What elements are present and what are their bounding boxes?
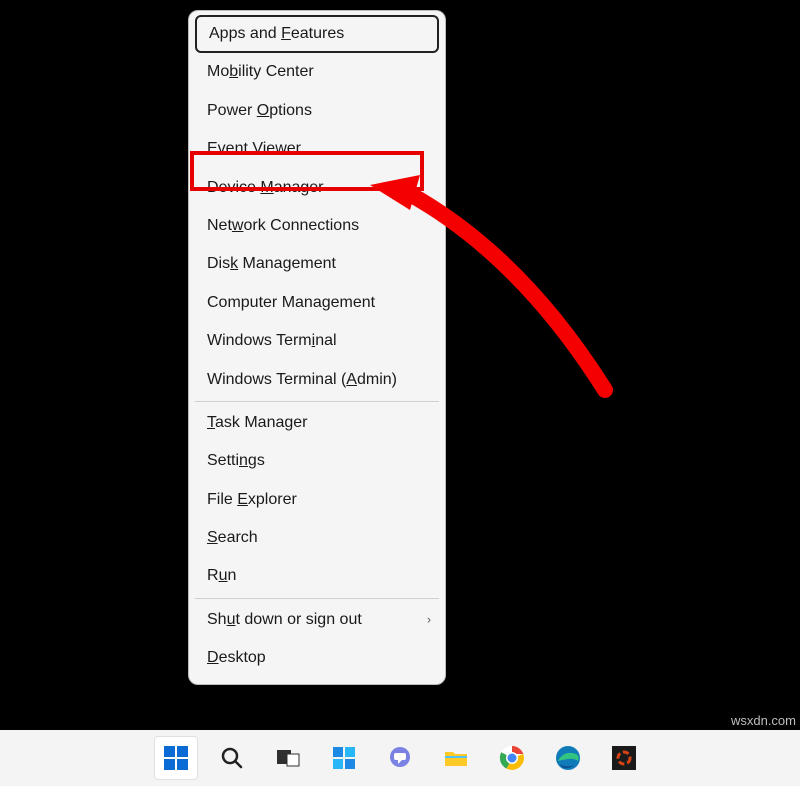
menu-label-mnemonic: w — [232, 217, 244, 234]
folder-icon — [442, 744, 470, 772]
menu-label-mnemonic: A — [346, 371, 357, 388]
chat-icon — [386, 744, 414, 772]
watermark: wsxdn.com — [731, 713, 796, 728]
menu-power-options[interactable]: Power Options — [189, 92, 445, 130]
chrome-button[interactable] — [490, 736, 534, 780]
windows-logo-icon — [162, 744, 190, 772]
menu-label-pre: File — [207, 491, 237, 508]
menu-label-mnemonic: E — [237, 491, 248, 508]
edge-button[interactable] — [546, 736, 590, 780]
menu-label-pre: Computer Mana — [207, 294, 322, 311]
menu-label-pre: Sh — [207, 611, 227, 628]
menu-label-pre: Device — [207, 179, 260, 196]
chrome-icon — [498, 744, 526, 772]
menu-label-pre: Windows Term — [207, 332, 312, 349]
menu-computer-management[interactable]: Computer Management — [189, 284, 445, 322]
menu-label-mnemonic: V — [252, 140, 262, 157]
edge-icon — [554, 744, 582, 772]
menu-desktop[interactable]: Desktop — [189, 639, 445, 677]
task-view-button[interactable] — [266, 736, 310, 780]
menu-disk-management[interactable]: Disk Management — [189, 245, 445, 283]
menu-label-post: anager — [274, 179, 324, 196]
menu-label-pre: Mo — [207, 63, 229, 80]
menu-label-pre: Dis — [207, 255, 230, 272]
menu-label-post: eatures — [291, 25, 344, 42]
menu-network-connections[interactable]: Network Connections — [189, 207, 445, 245]
menu-label-post: ement — [331, 294, 375, 311]
chat-button[interactable] — [378, 736, 422, 780]
menu-search[interactable]: Search — [189, 519, 445, 557]
menu-label-post: xplorer — [248, 491, 297, 508]
chevron-right-icon: › — [427, 612, 431, 629]
menu-label-pre: Setti — [207, 452, 239, 469]
search-button[interactable] — [210, 736, 254, 780]
menu-label-mnemonic: D — [207, 649, 219, 666]
start-button[interactable] — [154, 736, 198, 780]
menu-label-mnemonic: g — [322, 294, 331, 311]
menu-run[interactable]: Run — [189, 557, 445, 595]
menu-windows-terminal[interactable]: Windows Terminal — [189, 322, 445, 360]
menu-shutdown-signout[interactable]: Shut down or sign out› — [189, 601, 445, 639]
menu-label-post: n — [227, 567, 236, 584]
menu-label-mnemonic: b — [229, 63, 238, 80]
app-icon — [610, 744, 638, 772]
menu-label-post: ork Connections — [243, 217, 359, 234]
menu-label-mnemonic: M — [260, 179, 273, 196]
menu-label-post: earch — [218, 529, 258, 546]
menu-label-post: dmin) — [357, 371, 397, 388]
menu-label-post: Management — [238, 255, 336, 272]
menu-event-viewer[interactable]: Event Viewer — [189, 130, 445, 168]
menu-label-mnemonic: k — [230, 255, 238, 272]
menu-label-post: ptions — [269, 102, 312, 119]
menu-apps-features[interactable]: Apps and Features — [195, 15, 439, 53]
menu-divider — [195, 401, 439, 402]
menu-label-mnemonic: O — [257, 102, 269, 119]
menu-label-post: t down or sign out — [235, 611, 361, 628]
menu-task-manager[interactable]: Task Manager — [189, 404, 445, 442]
menu-label-pre: R — [207, 567, 219, 584]
file-explorer-button[interactable] — [434, 736, 478, 780]
app-button[interactable] — [602, 736, 646, 780]
menu-label-post: gs — [248, 452, 265, 469]
menu-divider — [195, 598, 439, 599]
task-view-icon — [274, 744, 302, 772]
menu-label-mnemonic: F — [281, 25, 291, 42]
menu-label-pre: Net — [207, 217, 232, 234]
widgets-button[interactable] — [322, 736, 366, 780]
menu-device-manager[interactable]: Device Manager — [189, 169, 445, 207]
menu-mobility-center[interactable]: Mobility Center — [189, 53, 445, 91]
taskbar — [0, 730, 800, 786]
menu-label-post: iewer — [263, 140, 301, 157]
menu-label-post: ask Manager — [215, 414, 308, 431]
menu-label-post: nal — [315, 332, 336, 349]
menu-label-post: ility Center — [238, 63, 314, 80]
menu-label-mnemonic: n — [239, 452, 248, 469]
menu-windows-terminal-admin[interactable]: Windows Terminal (Admin) — [189, 361, 445, 399]
menu-label-post: esktop — [219, 649, 266, 666]
menu-label-mnemonic: S — [207, 529, 218, 546]
menu-file-explorer[interactable]: File Explorer — [189, 481, 445, 519]
menu-label-pre: Event — [207, 140, 252, 157]
menu-label-mnemonic: T — [207, 414, 215, 431]
menu-label-pre: Windows Terminal ( — [207, 371, 346, 388]
menu-label-pre: Apps and — [209, 25, 281, 42]
search-icon — [219, 745, 245, 771]
menu-settings[interactable]: Settings — [189, 442, 445, 480]
menu-label-pre: Power — [207, 102, 257, 119]
widgets-icon — [330, 744, 358, 772]
winx-context-menu[interactable]: Apps and FeaturesMobility CenterPower Op… — [188, 10, 446, 685]
